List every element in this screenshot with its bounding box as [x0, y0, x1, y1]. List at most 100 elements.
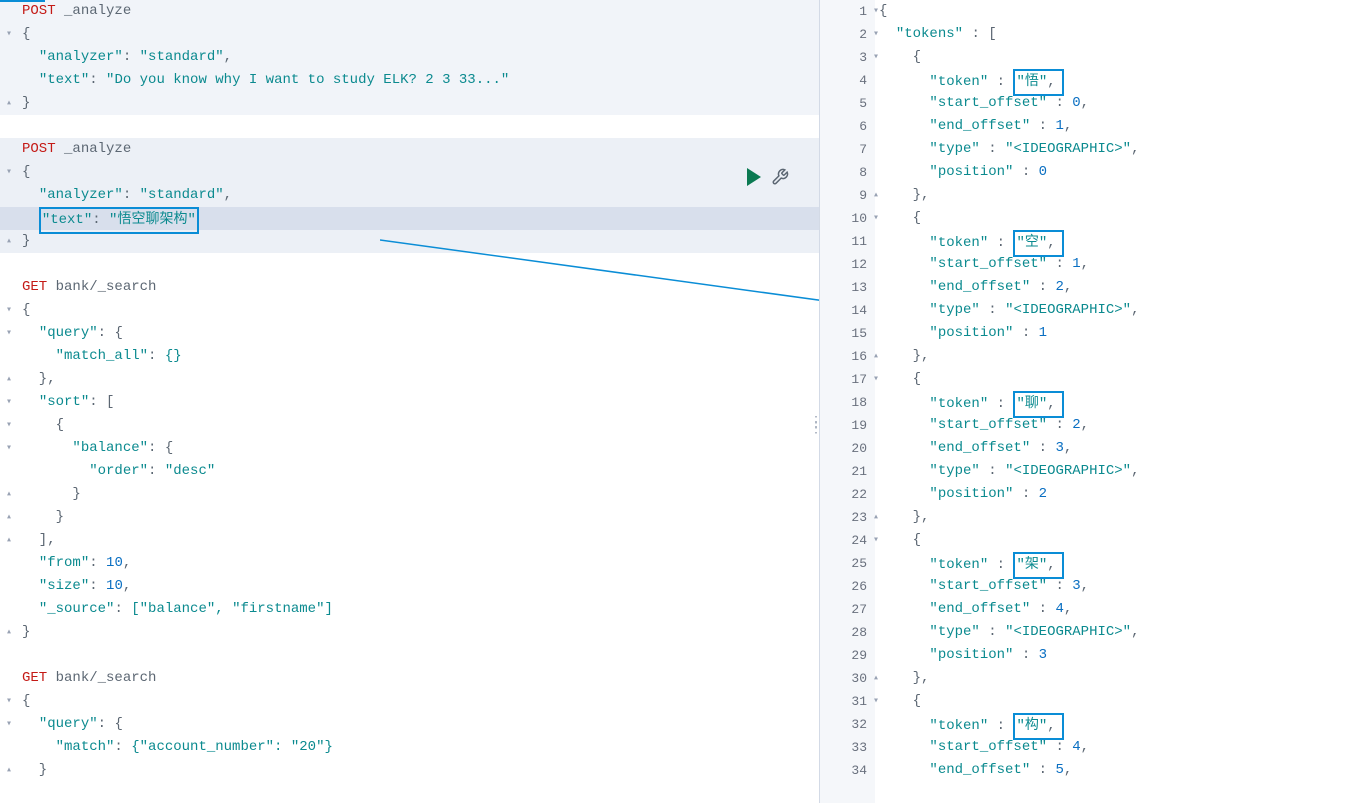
code-line[interactable]: "match": {"account_number": "20"} [18, 736, 819, 759]
fold-toggle[interactable]: ▾ [0, 690, 18, 713]
fold-toggle[interactable]: ▴ [0, 506, 18, 529]
response-line[interactable]: "end_offset" : 4, [875, 598, 1367, 621]
code-line[interactable]: "size": 10, [18, 575, 819, 598]
fold-toggle[interactable]: ▴ [0, 92, 18, 115]
response-line[interactable]: "type" : "<IDEOGRAPHIC>", [875, 460, 1367, 483]
response-line[interactable]: "start_offset" : 2, [875, 414, 1367, 437]
code-line[interactable]: POST _analyze [18, 0, 819, 23]
code-line[interactable]: { [18, 414, 819, 437]
response-line[interactable]: "token" : "悟", [875, 69, 1367, 92]
response-viewer-pane[interactable]: 1▾2▾3▾456789▴10▾111213141516▴17▾18192021… [820, 0, 1367, 803]
pane-resize-handle[interactable]: ⋮⋮ [809, 420, 820, 432]
code-line[interactable]: GET bank/_search [18, 667, 819, 690]
code-line[interactable] [18, 253, 819, 276]
code-line[interactable]: "balance": { [18, 437, 819, 460]
fold-toggle[interactable]: ▾ [0, 414, 18, 437]
code-line[interactable]: { [18, 161, 819, 184]
response-code-area[interactable]: { "tokens" : [ { "token" : "悟", "start_o… [875, 0, 1367, 803]
code-line[interactable]: "analyzer": "standard", [18, 184, 819, 207]
code-line[interactable]: { [18, 23, 819, 46]
response-line[interactable]: "end_offset" : 3, [875, 437, 1367, 460]
response-line[interactable]: "type" : "<IDEOGRAPHIC>", [875, 138, 1367, 161]
line-number: 18 [820, 391, 867, 414]
response-line[interactable]: }, [875, 345, 1367, 368]
response-line[interactable]: "token" : "聊", [875, 391, 1367, 414]
response-line[interactable]: { [875, 529, 1367, 552]
response-line[interactable]: { [875, 368, 1367, 391]
run-request-icon[interactable] [747, 168, 761, 186]
response-line[interactable]: "position" : 1 [875, 322, 1367, 345]
code-line[interactable] [18, 644, 819, 667]
fold-toggle[interactable]: ▾ [0, 391, 18, 414]
response-line[interactable]: "end_offset" : 2, [875, 276, 1367, 299]
request-editor-pane[interactable]: ▾▴▾▴▾▾▴▾▾▾▴▴▴▴▾▾▴ POST _analyze{ "analyz… [0, 0, 820, 803]
code-line[interactable]: { [18, 690, 819, 713]
response-line[interactable]: "position" : 0 [875, 161, 1367, 184]
fold-toggle [0, 0, 18, 23]
line-number: 26 [820, 575, 867, 598]
fold-toggle[interactable]: ▾ [0, 713, 18, 736]
code-line[interactable]: "sort": [ [18, 391, 819, 414]
fold-toggle[interactable]: ▾ [0, 161, 18, 184]
response-line[interactable]: "start_offset" : 1, [875, 253, 1367, 276]
code-line[interactable] [18, 115, 819, 138]
code-line[interactable]: } [18, 92, 819, 115]
code-line[interactable]: ], [18, 529, 819, 552]
response-line[interactable]: "tokens" : [ [875, 23, 1367, 46]
code-line[interactable]: { [18, 299, 819, 322]
fold-toggle[interactable]: ▴ [0, 368, 18, 391]
line-number: 32 [820, 713, 867, 736]
response-line[interactable]: "token" : "构", [875, 713, 1367, 736]
code-line[interactable]: } [18, 506, 819, 529]
code-line[interactable]: } [18, 759, 819, 782]
fold-toggle [0, 207, 18, 230]
line-number: 17▾ [820, 368, 867, 391]
line-number: 19 [820, 414, 867, 437]
response-line[interactable]: }, [875, 667, 1367, 690]
response-line[interactable]: "token" : "架", [875, 552, 1367, 575]
response-line[interactable]: "start_offset" : 4, [875, 736, 1367, 759]
fold-toggle [0, 667, 18, 690]
fold-toggle[interactable]: ▾ [0, 437, 18, 460]
fold-toggle[interactable]: ▴ [0, 483, 18, 506]
response-line[interactable]: "position" : 3 [875, 644, 1367, 667]
fold-toggle[interactable]: ▴ [0, 759, 18, 782]
response-line[interactable]: "end_offset" : 1, [875, 115, 1367, 138]
response-line[interactable]: "type" : "<IDEOGRAPHIC>", [875, 621, 1367, 644]
response-line[interactable]: { [875, 690, 1367, 713]
code-line[interactable]: "text": "悟空聊架构" [18, 207, 819, 230]
response-line[interactable]: "position" : 2 [875, 483, 1367, 506]
fold-toggle[interactable]: ▾ [0, 299, 18, 322]
fold-toggle[interactable]: ▴ [0, 529, 18, 552]
fold-toggle[interactable]: ▾ [0, 23, 18, 46]
response-line[interactable]: "end_offset" : 5, [875, 759, 1367, 782]
code-line[interactable]: "text": "Do you know why I want to study… [18, 69, 819, 92]
request-options-icon[interactable] [771, 168, 789, 191]
response-line[interactable]: "start_offset" : 0, [875, 92, 1367, 115]
response-line[interactable]: "token" : "空", [875, 230, 1367, 253]
code-line[interactable]: "query": { [18, 322, 819, 345]
fold-toggle[interactable]: ▴ [0, 230, 18, 253]
response-line[interactable]: { [875, 207, 1367, 230]
code-line[interactable]: "query": { [18, 713, 819, 736]
fold-toggle[interactable]: ▴ [0, 621, 18, 644]
code-line[interactable]: } [18, 483, 819, 506]
response-line[interactable]: "type" : "<IDEOGRAPHIC>", [875, 299, 1367, 322]
code-line[interactable]: }, [18, 368, 819, 391]
request-code-area[interactable]: POST _analyze{ "analyzer": "standard", "… [18, 0, 819, 782]
response-line[interactable]: "start_offset" : 3, [875, 575, 1367, 598]
code-line[interactable]: "order": "desc" [18, 460, 819, 483]
fold-toggle[interactable]: ▾ [0, 322, 18, 345]
code-line[interactable]: GET bank/_search [18, 276, 819, 299]
code-line[interactable]: "match_all": {} [18, 345, 819, 368]
response-line[interactable]: { [875, 46, 1367, 69]
response-line[interactable]: }, [875, 184, 1367, 207]
response-line[interactable]: }, [875, 506, 1367, 529]
line-number: 5 [820, 92, 867, 115]
code-line[interactable]: "_source": ["balance", "firstname"] [18, 598, 819, 621]
code-line[interactable]: "analyzer": "standard", [18, 46, 819, 69]
code-line[interactable]: POST _analyze [18, 138, 819, 161]
response-line[interactable]: { [875, 0, 1367, 23]
code-line[interactable]: "from": 10, [18, 552, 819, 575]
code-line[interactable]: } [18, 621, 819, 644]
